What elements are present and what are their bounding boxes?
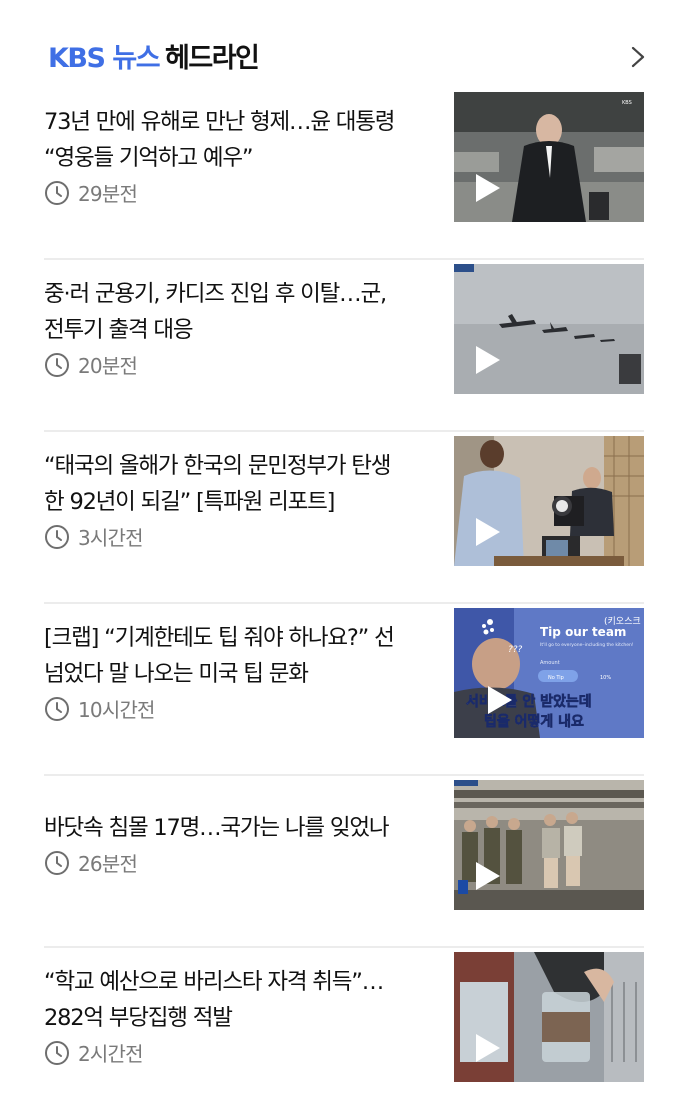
thumb-caption: (키오스크 <box>604 616 641 627</box>
thumb-caption: Tip our team <box>540 625 626 639</box>
play-icon[interactable] <box>468 342 504 378</box>
clock-icon <box>45 524 69 549</box>
time-label: 20분전 <box>78 354 138 378</box>
headline-line[interactable]: [크랩] “기계한테도 팁 줘야 하나요?” 선 <box>44 620 424 656</box>
news-text[interactable]: 중·러 군용기, 카디즈 진입 후 이탈…군, 전투기 출격 대응 20분전 <box>44 276 424 379</box>
clock-icon <box>45 352 69 377</box>
thumb-caption: ??? <box>508 645 523 655</box>
headline-line[interactable]: 282억 부당집행 적발 <box>44 1000 424 1036</box>
timestamp: 2시간전 <box>44 1038 424 1067</box>
play-icon[interactable] <box>468 858 504 894</box>
section-title[interactable]: KBS 뉴스 헤드라인 <box>48 36 260 75</box>
thumb-caption: No Tip <box>548 675 564 681</box>
news-item[interactable]: 바닷속 침몰 17명…국가는 나를 잊었나 26분전 <box>44 776 644 948</box>
time-label: 29분전 <box>78 182 138 206</box>
news-item[interactable]: 중·러 군용기, 카디즈 진입 후 이탈…군, 전투기 출격 대응 20분전 <box>44 260 644 432</box>
news-text[interactable]: “태국의 올해가 한국의 문민정부가 탄생 한 92년이 되길” [특파원 리포… <box>44 448 424 551</box>
timestamp: 20분전 <box>44 350 424 379</box>
time-label: 10시간전 <box>78 698 155 722</box>
section-header: KBS 뉴스 헤드라인 <box>48 36 648 76</box>
headline-line[interactable]: “영웅들 기억하고 예우” <box>44 140 424 176</box>
headline-line[interactable]: 한 92년이 되길” [특파원 리포트] <box>44 484 424 520</box>
brand-label: KBS 뉴스 <box>48 43 161 74</box>
play-icon[interactable] <box>480 682 516 718</box>
timestamp: 29분전 <box>44 178 424 207</box>
time-label: 2시간전 <box>78 1042 144 1066</box>
news-text[interactable]: [크랩] “기계한테도 팁 줘야 하나요?” 선 넘었다 말 나오는 미국 팁 … <box>44 620 424 723</box>
chevron-right-icon[interactable] <box>628 46 646 68</box>
headline-line[interactable]: 중·러 군용기, 카디즈 진입 후 이탈…군, <box>44 276 424 312</box>
clock-icon <box>45 850 69 875</box>
clock-icon <box>45 1040 69 1065</box>
svg-text:KBS: KBS <box>622 100 632 106</box>
clock-icon <box>45 696 69 721</box>
headline-line[interactable]: 73년 만에 유해로 만난 형제…윤 대통령 <box>44 104 424 140</box>
timestamp: 26분전 <box>44 848 424 877</box>
play-icon[interactable] <box>468 170 504 206</box>
video-thumbnail[interactable]: KBS <box>454 92 644 222</box>
headline-line[interactable]: 넘었다 말 나오는 미국 팁 문화 <box>44 656 424 692</box>
thumb-caption: It'll go to everyone–including the kitch… <box>540 642 634 648</box>
video-thumbnail[interactable] <box>454 952 644 1082</box>
news-item[interactable]: [크랩] “기계한테도 팁 줘야 하나요?” 선 넘었다 말 나오는 미국 팁 … <box>44 604 644 776</box>
thumb-caption: Amount <box>540 660 560 666</box>
video-thumbnail[interactable] <box>454 780 644 910</box>
timestamp: 3시간전 <box>44 522 424 551</box>
video-thumbnail[interactable] <box>454 264 644 394</box>
news-item[interactable]: “학교 예산으로 바리스타 자격 취득”… 282억 부당집행 적발 2시간전 <box>44 948 644 1120</box>
headline-line[interactable]: “태국의 올해가 한국의 문민정부가 탄생 <box>44 448 424 484</box>
video-thumbnail[interactable]: Tip our team (키오스크 It'll go to everyone–… <box>454 608 644 738</box>
time-label: 3시간전 <box>78 526 144 550</box>
news-item[interactable]: “태국의 올해가 한국의 문민정부가 탄생 한 92년이 되길” [특파원 리포… <box>44 432 644 604</box>
news-text[interactable]: 바닷속 침몰 17명…국가는 나를 잊었나 26분전 <box>44 810 424 877</box>
thumbnail-image: Tip our team (키오스크 It'll go to everyone–… <box>454 608 644 738</box>
time-label: 26분전 <box>78 852 138 876</box>
clock-icon <box>45 180 69 205</box>
headline-line[interactable]: 전투기 출격 대응 <box>44 312 424 348</box>
headline-line[interactable]: 바닷속 침몰 17명…국가는 나를 잊었나 <box>44 810 424 846</box>
news-item[interactable]: 73년 만에 유해로 만난 형제…윤 대통령 “영웅들 기억하고 예우” 29분… <box>44 88 644 260</box>
video-thumbnail[interactable] <box>454 436 644 566</box>
news-text[interactable]: 73년 만에 유해로 만난 형제…윤 대통령 “영웅들 기억하고 예우” 29분… <box>44 104 424 207</box>
headline-line[interactable]: “학교 예산으로 바리스타 자격 취득”… <box>44 964 424 1000</box>
section-title-label: 헤드라인 <box>165 43 260 74</box>
news-text[interactable]: “학교 예산으로 바리스타 자격 취득”… 282억 부당집행 적발 2시간전 <box>44 964 424 1067</box>
play-icon[interactable] <box>468 1030 504 1066</box>
play-icon[interactable] <box>468 514 504 550</box>
timestamp: 10시간전 <box>44 694 424 723</box>
thumb-caption: 10% <box>600 675 611 681</box>
